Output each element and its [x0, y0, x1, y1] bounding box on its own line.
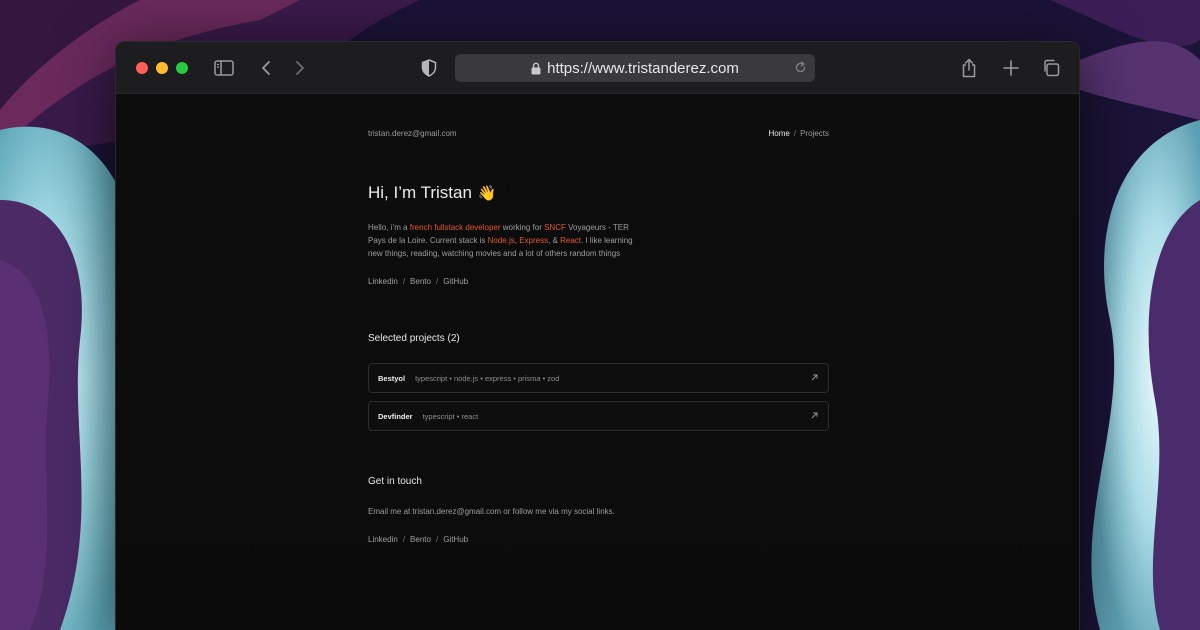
external-link-arrow-icon: [811, 412, 818, 421]
link-separator: /: [402, 277, 406, 286]
intro-highlight-node: Node.js: [487, 236, 515, 245]
linkedin-link[interactable]: Linkedin: [368, 277, 398, 286]
link-separator: /: [402, 535, 406, 544]
url-text: https://www.tristanderez.com: [547, 59, 739, 77]
nav-projects-link[interactable]: Projects: [800, 129, 829, 138]
project-name: Bestyol: [378, 373, 406, 383]
intro-highlight-express: Express: [519, 236, 549, 245]
nav-separator: /: [793, 129, 797, 138]
lock-icon: [531, 62, 541, 75]
intro-paragraph: Hello, i’m a french fullstack developer …: [368, 221, 633, 260]
intro-text: , &: [548, 236, 561, 245]
link-separator: /: [435, 277, 439, 286]
new-tab-plus-icon[interactable]: [999, 56, 1023, 80]
project-card-devfinder[interactable]: Devfinder typescript • react: [368, 401, 829, 431]
waving-hand-icon: 👋: [477, 185, 497, 202]
contact-social-links: Linkedin / Bento / GitHub: [368, 535, 468, 544]
intro-highlight-react: React: [560, 236, 582, 245]
sidebar-toggle-icon[interactable]: [212, 56, 236, 80]
reload-icon[interactable]: [794, 61, 807, 74]
back-chevron-icon[interactable]: [254, 56, 278, 80]
header-email-link[interactable]: tristan.derez@gmail.com: [368, 129, 457, 138]
contact-text: Email me at tristan.derez@gmail.com or f…: [368, 507, 615, 516]
nav-home-link[interactable]: Home: [769, 129, 790, 138]
browser-toolbar: https://www.tristanderez.com: [116, 42, 1079, 94]
github-link[interactable]: GitHub: [443, 277, 468, 286]
browser-window: https://www.tristanderez.com tristan.der…: [115, 41, 1080, 630]
address-bar[interactable]: https://www.tristanderez.com: [455, 54, 815, 82]
social-links: Linkedin / Bento / GitHub: [368, 277, 468, 286]
project-card-bestyol[interactable]: Bestyol typescript • node.js • express •…: [368, 363, 829, 393]
page-title: Hi, I’m Tristan 👋: [368, 183, 497, 203]
forward-chevron-icon[interactable]: [288, 56, 312, 80]
project-stack: typescript • react: [422, 411, 479, 421]
tab-overview-icon[interactable]: [1039, 56, 1063, 80]
site-nav: Home / Projects: [769, 129, 829, 138]
projects-heading: Selected projects (2): [368, 333, 460, 344]
site-header: tristan.derez@gmail.com Home / Projects: [368, 129, 829, 138]
bento-link[interactable]: Bento: [410, 277, 431, 286]
link-separator: /: [435, 535, 439, 544]
web-page: tristan.derez@gmail.com Home / Projects Hi…: [116, 94, 1079, 630]
linkedin-link[interactable]: Linkedin: [368, 535, 398, 544]
intro-highlight-company: SNCF: [544, 223, 566, 232]
project-stack: typescript • node.js • express • prisma …: [415, 373, 560, 383]
contact-heading: Get in touch: [368, 476, 422, 487]
intro-text: working for: [500, 223, 545, 232]
project-name: Devfinder: [378, 411, 413, 421]
maximize-window-button[interactable]: [176, 62, 188, 74]
bento-link[interactable]: Bento: [410, 535, 431, 544]
github-link[interactable]: GitHub: [443, 535, 468, 544]
intro-highlight-role: french fullstack developer: [409, 223, 501, 232]
external-link-arrow-icon: [811, 374, 818, 383]
privacy-shield-icon[interactable]: [417, 56, 441, 80]
page-title-text: Hi, I’m Tristan: [368, 183, 472, 202]
intro-text: Hello, i’m a: [368, 223, 410, 232]
share-icon[interactable]: [957, 56, 981, 80]
minimize-window-button[interactable]: [156, 62, 168, 74]
close-window-button[interactable]: [136, 62, 148, 74]
